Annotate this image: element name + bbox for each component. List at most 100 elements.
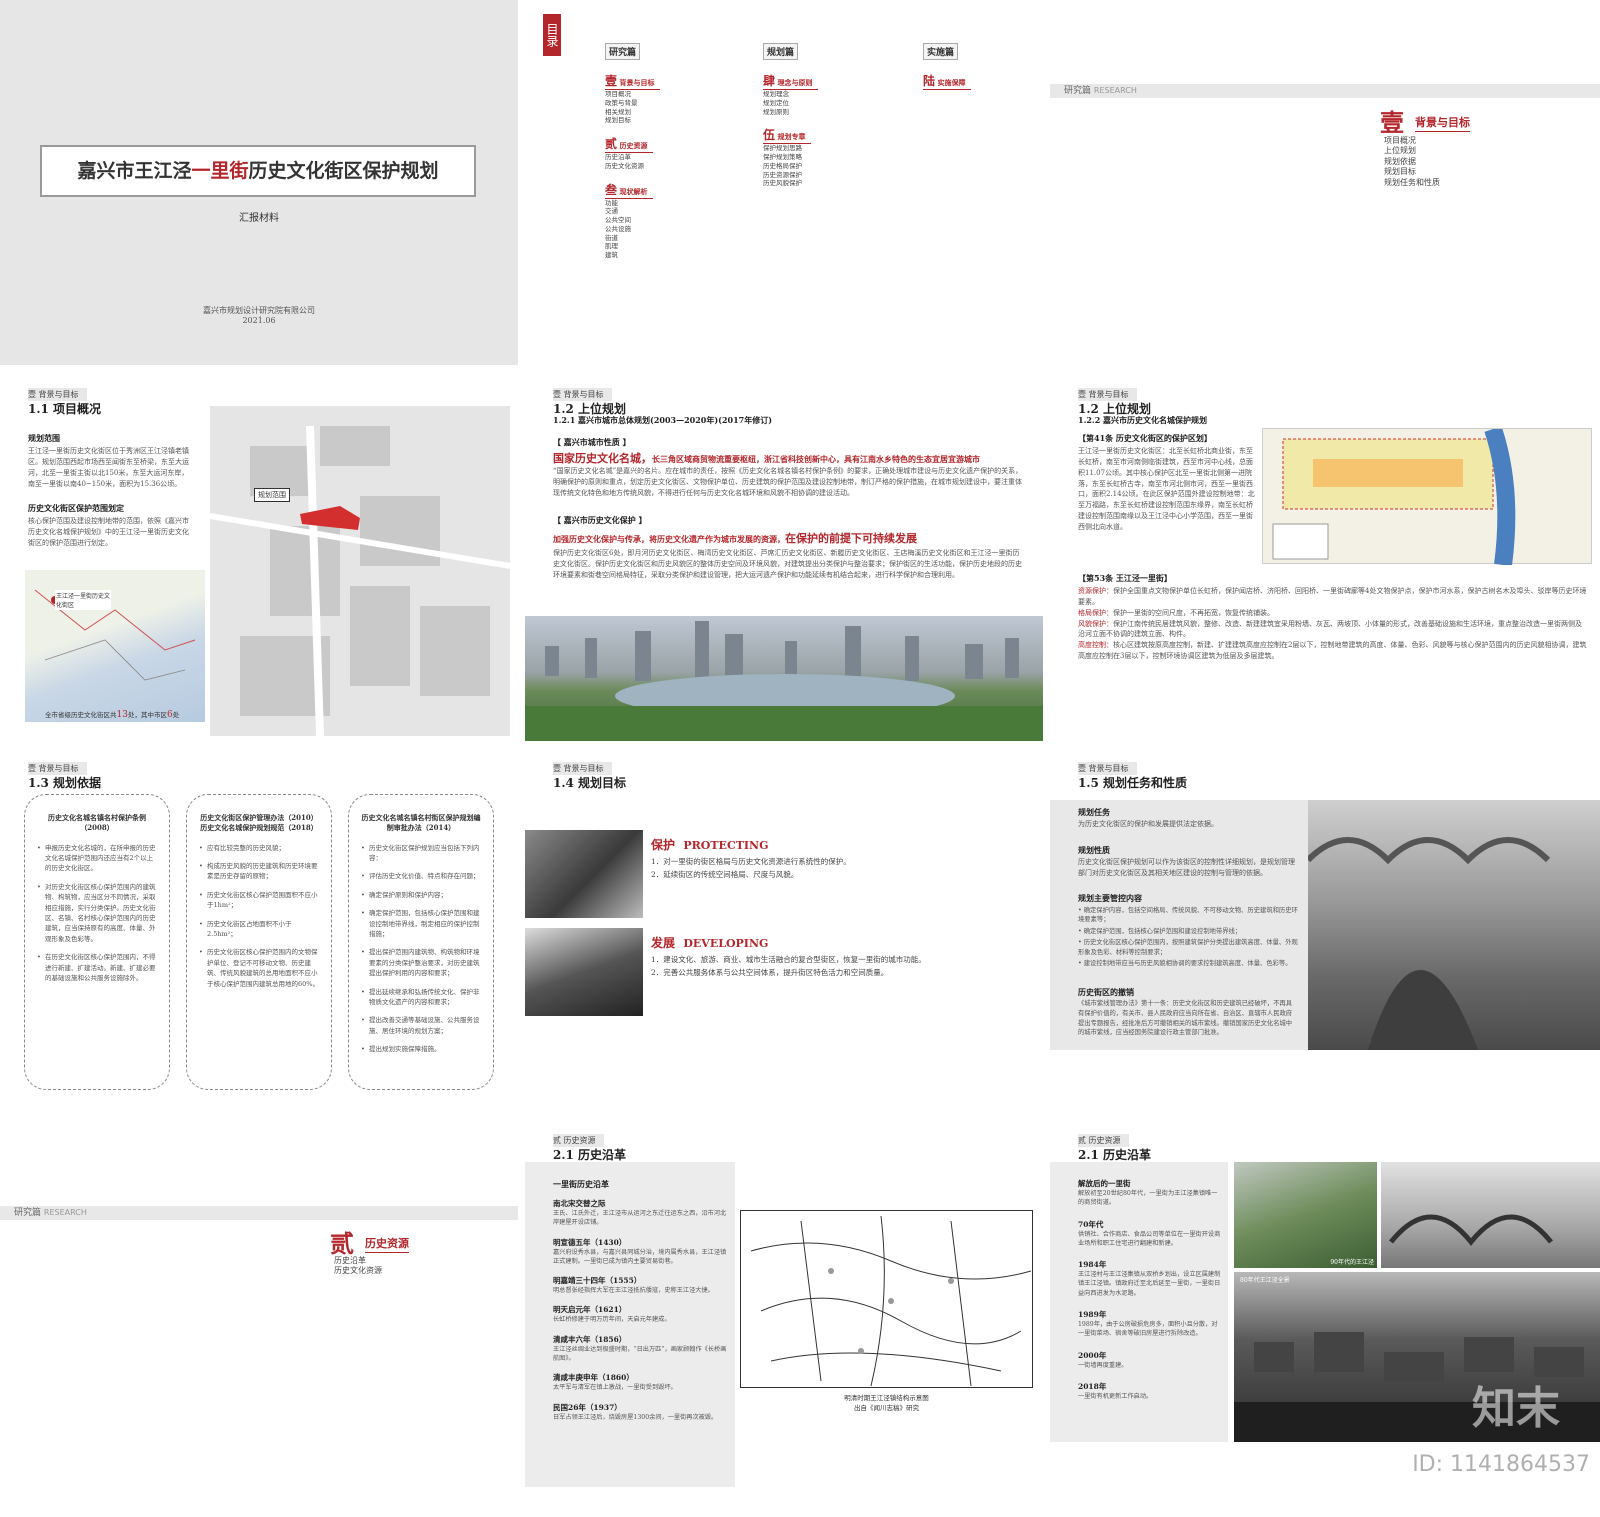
item-style: 风貌保护：保护江南传统民居建筑风貌，整修、改造、新建建筑宜采用粉墙、灰瓦、两坡顶… bbox=[1078, 619, 1588, 641]
goal-protect-title: 保护 PROTECTING bbox=[651, 836, 768, 853]
article-53-heading: 【第53条 王江泾一里街】 bbox=[1078, 573, 1172, 583]
article-41-heading: 【第41条 历史文化街区的保护区划】 bbox=[1078, 433, 1212, 443]
regulation-item: 提出保护范围内建筑物、构筑物和环境要素的分类保护整治要求，对历史建筑提出保护利用… bbox=[361, 947, 481, 978]
regional-map-lines bbox=[34, 589, 196, 681]
label-style: 风貌保护： bbox=[1078, 619, 1113, 628]
page-title: 2.1 历史沿革 bbox=[553, 1148, 627, 1162]
regulation-item: 在历史文化街区核心保护范围内，不得进行新建、扩建活动。新建、扩建必要的基础设施和… bbox=[37, 952, 157, 983]
timeline-entry-heading: 1989年 bbox=[1078, 1310, 1107, 1320]
toc-group: 肆 理念与原则 规划理念 规划定位 规划原则 bbox=[763, 70, 883, 116]
toc-item[interactable]: 历史沿革 bbox=[605, 153, 725, 162]
toc-item[interactable]: 规划目标 bbox=[605, 116, 725, 125]
section-items: 历史沿革 历史文化资源 bbox=[334, 1256, 382, 1277]
toc-item[interactable]: 历史格局保护 bbox=[763, 162, 883, 171]
toc-item[interactable]: 规划定位 bbox=[763, 99, 883, 108]
timeline-entry: 1984年 王江泾村与王江泾集镇从双桥乡划出，设立区属建制镇王江泾镇。镇政府迁至北… bbox=[1078, 1259, 1223, 1298]
regulation-item: 构成历史风貌的历史建筑和历史环境要素是历史存留的原物； bbox=[199, 861, 319, 882]
page-1-4: 壹 背景与目标 1.4 规划目标 保护 PROTECTING 1．对一里街的街区… bbox=[525, 750, 1043, 1115]
timeline-entry-heading: 1984年 bbox=[1078, 1260, 1107, 1270]
regulation-card-title: 历史文化名城名镇名村街区保护规划编制审批办法（2014） bbox=[361, 813, 481, 832]
timeline-entry-text: 王江泾丝绸业达到极盛时期，“日出万匹”，画家顾翰作《长桥画航图》。 bbox=[553, 1345, 727, 1363]
control-item: • 建设控制地带应当与历史风貌相协调的要求控制建筑高度、体量、色彩等。 bbox=[1078, 960, 1292, 968]
timeline-list: 南北宋交替之际 王氏、江氏外迁，王江泾市从运河之东迁往运东之西，沿市河北岸建屋开设… bbox=[553, 1198, 728, 1431]
section-name: 背景与目标 bbox=[1415, 114, 1470, 132]
goal-item: 1．对一里街的街区格局与历史文化资源进行系统性的保护。 bbox=[651, 857, 851, 866]
timeline-list: 解放后的一里街 解放初至20世纪80年代，一里街为王江泾集镇唯一的商贸街道。 70年… bbox=[1078, 1178, 1223, 1412]
toc-item[interactable]: 肌理 bbox=[605, 242, 725, 251]
toc-group: 伍 规划专章 保护规划思路 保护规划策略 历史格局保护 历史资源保护 历史风貌保护 bbox=[763, 124, 883, 188]
toc-group-head[interactable]: 壹 背景与目标 bbox=[605, 72, 661, 90]
toc-item[interactable]: 保护规划策略 bbox=[763, 153, 883, 162]
toc-item[interactable]: 政策与背景 bbox=[605, 99, 725, 108]
toc-item[interactable]: 规划理念 bbox=[763, 90, 883, 99]
nature-heading: 规划性质 bbox=[1078, 845, 1110, 855]
section-item: 历史沿革 bbox=[334, 1256, 366, 1265]
page-1-5: 壹 背景与目标 1.5 规划任务和性质 规划任务 为历史文化街区的保护和发展提供… bbox=[1050, 750, 1600, 1115]
goal-item: 2．完善公共服务体系与公共空间体系，提升街区特色活力和空间质量。 bbox=[651, 967, 889, 977]
toc-item[interactable]: 公共设施 bbox=[605, 225, 725, 234]
regulation-item: 历史文化街区核心保护范围面积不应小于1hm²； bbox=[199, 890, 319, 911]
highlight-2a: 加强历史文化保护与传承，将历史文化遗产作为城市发展的资源， bbox=[553, 534, 785, 544]
article-53-text: 资源保护：保护全国重点文物保护单位长虹桥，保护闻店桥、济阳桥、回阳桥、一里街碑廊… bbox=[1078, 586, 1588, 662]
regulation-card-title: 历史文化街区保护管理办法（2010）历史文化名城保护规划规范（2018） bbox=[200, 813, 318, 832]
toc-item[interactable]: 建筑 bbox=[605, 251, 725, 260]
regulation-item: 提出延续继承和弘扬传统文化、保护非物质文化遗产的内容和要求； bbox=[361, 987, 481, 1008]
control-item: • 历史文化街区核心保护范围内，按照建筑保护分类提出建筑高度、体量、外观形象及色… bbox=[1078, 939, 1298, 956]
section-item: 规划任务和性质 bbox=[1384, 177, 1440, 187]
toc-group: 壹 背景与目标 项目概况 政策与背景 相关规划 规划目标 bbox=[605, 70, 725, 125]
toc-item[interactable]: 保护规划思路 bbox=[763, 144, 883, 153]
regulation-item: 确定保护范围，包括核心保护范围和建设控制地带界线，制定相应的保护控制措施； bbox=[361, 908, 481, 939]
toc-column: 规划篇肆 理念与原则 规划理念 规划定位 规划原则伍 规划专章 保护规划思路 保护规划策略… bbox=[763, 40, 883, 188]
cover-title-red: 一里街 bbox=[191, 160, 249, 182]
regulation-item: 对历史文化街区核心保护范围内的建筑物、构筑物，应当区分不同情况，采取相应措施，实… bbox=[37, 882, 157, 944]
toc-item[interactable]: 项目概况 bbox=[605, 90, 725, 99]
caption-a: 全市省级历史文化街区共 bbox=[45, 711, 117, 719]
timeline-heading: 一里街历史沿革 bbox=[553, 1179, 609, 1189]
city-nature-text: “国家历史文化名城”是嘉兴的名片。应在城市的责任，按照《历史文化名城名镇名村保护… bbox=[553, 467, 1023, 497]
toc-column: 研究篇壹 背景与目标 项目概况 政策与背景 相关规划 规划目标贰 历史资源 历史沿革 历史文… bbox=[605, 40, 725, 260]
toc-group-head[interactable]: 贰 历史资源 bbox=[605, 135, 654, 154]
toc-item[interactable]: 相关规划 bbox=[605, 108, 725, 117]
label-resource: 资源保护： bbox=[1078, 587, 1113, 595]
toc-group: 陆 实施保障 bbox=[923, 70, 1043, 90]
timeline-entry-heading: 南北宋交替之际 bbox=[553, 1199, 606, 1208]
page-1-2-2: 壹 背景与目标 1.2 上位规划 1.2.2 嘉兴市历史文化名城保护规划 【第4… bbox=[1050, 376, 1600, 741]
toc-item[interactable]: 交通 bbox=[605, 207, 725, 216]
regulation-item: 申报历史文化名城的，在所申报的历史文化名城保护范围内还应当有2个以上的历史文化街… bbox=[37, 843, 157, 874]
toc-group-name: 理念与原则 bbox=[775, 78, 813, 87]
panorama-caption: 80年代王江泾全景 bbox=[1240, 1277, 1290, 1284]
timeline-entry-heading: 70年代 bbox=[1078, 1219, 1104, 1229]
timeline-entry: 明宣德五年（1430） 嘉兴府设秀水县，与嘉兴县同城分治，境内属秀水县，王江泾镇正… bbox=[553, 1237, 728, 1267]
toc-item[interactable]: 历史风貌保护 bbox=[763, 179, 883, 188]
toc-column: 实施篇陆 实施保障 bbox=[923, 40, 1043, 90]
timeline-entry-text: 供销社、合作商店、食品公司等单位在一里街开设商业场所和职工住宅进行翻建和新建。 bbox=[1078, 1230, 1221, 1247]
section-item: 项目概况 bbox=[1384, 136, 1416, 145]
protection-text: 核心保护范围及建设控制地带的范围，依照《嘉兴市历史文化名城保护规划》中的王江泾一… bbox=[28, 517, 189, 547]
goal-develop-title: 发展 DEVELOPING bbox=[651, 934, 768, 951]
timeline-entry-heading: 清咸丰庚申年（1860） bbox=[553, 1373, 634, 1383]
text-style: 保护江南传统民居建筑风貌，整修、改造、新建建筑宜采用粉墙、灰瓦、两坡顶、小体量的… bbox=[1078, 619, 1582, 639]
city-nature-highlight: 国家历史文化名城，长三角区域商贸物流重要枢纽，浙江省科技创新中心，具有江南水乡特… bbox=[553, 450, 1033, 466]
timeline-entry-text: 长虹桥修建于明万历年间，天启元年建成。 bbox=[553, 1316, 671, 1324]
toc-group-head[interactable]: 陆 实施保障 bbox=[923, 72, 972, 90]
toc-item[interactable]: 规划原则 bbox=[763, 108, 883, 117]
nature-text: 历史文化街区保护规划可以作为该街区的控制性详细规划，是规划管理部门对历史文化街区… bbox=[1078, 858, 1295, 877]
historic-map-lines bbox=[750, 1215, 1032, 1387]
historic-map-caption: 明清时期王江泾镇结构示意图 bbox=[844, 1394, 929, 1402]
toc-item[interactable]: 功能 bbox=[605, 199, 725, 208]
page-2-1-b: 贰 历史资源 2.1 历史沿革 解放后的一里街 解放初至20世纪80年代，一里街为… bbox=[1050, 1122, 1600, 1487]
timeline-entry-heading: 明宣德五年（1430） bbox=[553, 1237, 627, 1247]
toc-item[interactable]: 公共空间 bbox=[605, 216, 725, 225]
toc-group-head[interactable]: 伍 规划专章 bbox=[763, 126, 812, 145]
toc-item[interactable]: 历史文化资源 bbox=[605, 162, 725, 171]
toc-group-head[interactable]: 肆 理念与原则 bbox=[763, 72, 819, 90]
toc-item[interactable]: 街道 bbox=[605, 234, 725, 243]
regional-map-caption: 全市省级历史文化街区共13处，其中市区6处 bbox=[45, 709, 179, 720]
heritage-text: 保护历史文化街区6处，即月河历史文化街区、梅湾历史文化街区、芦席汇历史文化街区、… bbox=[553, 549, 1022, 579]
regulation-card: 历史文化名城名镇名村街区保护规划编制审批办法（2014） 历史文化街区保护规划应当… bbox=[348, 794, 494, 1090]
timeline-entry-text: 日军占领王江泾后，烧毁房屋1300余间，一里街再次被毁。 bbox=[553, 1413, 718, 1421]
control-list: • 确定保护内容，包括空间格局、传统风貌、不可移动文物、历史建筑和历史环境要素等… bbox=[1078, 906, 1300, 971]
toc-group-head[interactable]: 叁 现状解析 bbox=[605, 181, 654, 199]
article-41-text: 王江泾一里街历史文化街区：北至长虹桥北商业街，东至长虹桥，南至市河南侧临街建筑，… bbox=[1078, 447, 1255, 531]
site-map-blocks bbox=[209, 425, 511, 737]
